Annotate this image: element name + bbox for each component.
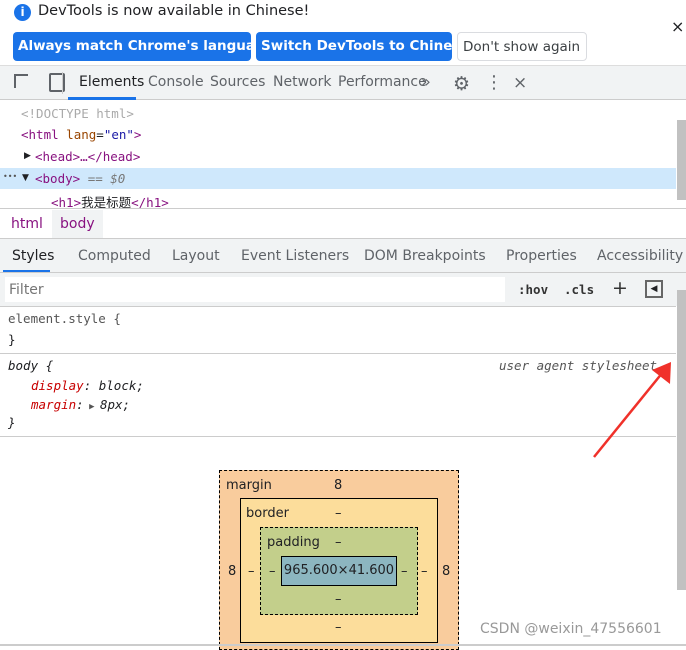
arrow-shaft (593, 371, 664, 458)
annotation-arrow (593, 362, 671, 458)
